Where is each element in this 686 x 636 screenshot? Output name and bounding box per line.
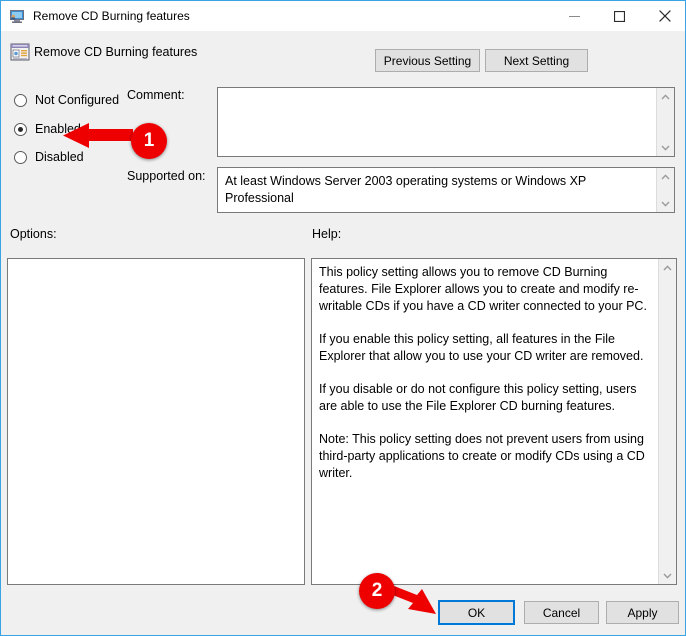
radio-enabled[interactable]: Enabled	[14, 120, 81, 138]
supported-on-field[interactable]: At least Windows Server 2003 operating s…	[217, 167, 675, 213]
help-paragraph: Note: This policy setting does not preve…	[319, 432, 645, 480]
apply-button[interactable]: Apply	[606, 601, 679, 624]
chevron-up-icon[interactable]	[659, 259, 676, 276]
options-label: Options:	[10, 227, 57, 241]
help-paragraph: If you enable this policy setting, all f…	[319, 332, 644, 363]
radio-label: Not Configured	[35, 93, 120, 107]
comment-field[interactable]	[217, 87, 675, 157]
chevron-up-icon[interactable]	[657, 88, 674, 105]
window-title: Remove CD Burning features	[33, 9, 190, 23]
radio-indicator	[14, 122, 27, 136]
title-bar: Remove CD Burning features	[1, 1, 685, 31]
annotation-arrow-2	[385, 584, 436, 614]
chevron-down-icon[interactable]	[659, 567, 676, 584]
next-setting-button[interactable]: Next Setting	[485, 49, 588, 72]
policy-setting-icon	[10, 42, 30, 62]
minimize-button[interactable]	[552, 1, 597, 31]
radio-label: Enabled	[35, 122, 81, 136]
radio-indicator	[14, 93, 27, 107]
chevron-down-icon[interactable]	[657, 139, 674, 156]
comment-scrollbar[interactable]	[656, 88, 674, 156]
help-paragraph: If you disable or do not configure this …	[319, 382, 637, 413]
previous-setting-button[interactable]: Previous Setting	[375, 49, 480, 72]
maximize-button[interactable]	[597, 1, 642, 31]
chevron-down-icon[interactable]	[657, 195, 674, 212]
radio-disabled[interactable]: Disabled	[14, 148, 84, 166]
comment-value[interactable]	[218, 88, 656, 156]
supported-on-label: Supported on:	[127, 169, 206, 183]
radio-indicator	[14, 150, 27, 164]
radio-label: Disabled	[35, 150, 84, 164]
setting-name: Remove CD Burning features	[34, 45, 198, 59]
options-panel[interactable]	[7, 258, 305, 585]
annotation-badge-1: 1	[131, 123, 167, 159]
cancel-button[interactable]: Cancel	[524, 601, 599, 624]
options-content	[8, 259, 304, 584]
help-label: Help:	[312, 227, 342, 241]
window-controls	[552, 1, 685, 31]
computer-monitor-icon	[9, 8, 25, 24]
supported-on-scrollbar[interactable]	[656, 168, 674, 212]
help-panel[interactable]: This policy setting allows you to remove…	[311, 258, 677, 585]
chevron-up-icon[interactable]	[657, 168, 674, 185]
group-policy-setting-dialog: Remove CD Burning features Remove CD Bur…	[0, 0, 686, 636]
comment-label: Comment:	[127, 88, 185, 102]
help-paragraph: This policy setting allows you to remove…	[319, 265, 647, 313]
ok-button[interactable]: OK	[438, 600, 515, 625]
radio-not-configured[interactable]: Not Configured	[14, 91, 119, 109]
help-content: This policy setting allows you to remove…	[312, 259, 658, 584]
help-scrollbar[interactable]	[658, 259, 676, 584]
close-button[interactable]	[642, 1, 685, 31]
supported-on-value: At least Windows Server 2003 operating s…	[225, 174, 587, 205]
